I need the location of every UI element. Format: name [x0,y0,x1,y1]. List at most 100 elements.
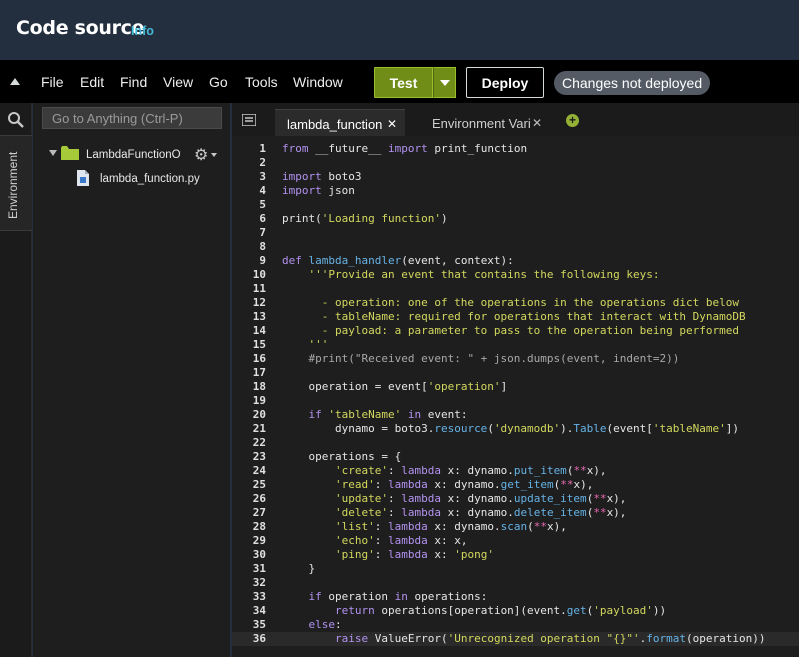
line-number: 17 [252,366,266,379]
collapse-toggle-icon[interactable] [10,78,20,85]
code-line[interactable]: 20 if 'tableName' in event: [232,408,799,422]
code-text: 'ping': lambda x: 'pong' [334,548,494,561]
line-number: 27 [252,506,266,519]
code-line[interactable]: 13 - tableName: required for operations … [232,310,799,324]
folder-name: LambdaFunctionOverview [86,149,181,161]
code-line[interactable]: 19 [232,394,799,408]
code-line[interactable]: 5 [232,198,799,212]
code-line[interactable]: 33 if operation in operations: [232,590,799,604]
menu-file[interactable]: File [41,74,64,90]
menu-go[interactable]: Go [209,74,228,90]
code-editor[interactable]: 1 from __future__ import print_function 2 3… [232,136,799,657]
search-icon[interactable] [7,111,25,129]
code-line[interactable]: 27 'delete': lambda x: dynamo.delete_ite… [232,506,799,520]
code-line[interactable]: 14 - payload: a parameter to pass to the… [232,324,799,338]
code-text: if 'tableName' in event: [308,408,468,421]
line-number: 9 [259,254,266,267]
go-to-anything-input[interactable] [42,107,222,129]
code-line[interactable]: 34 return operations[operation](event.ge… [232,604,799,618]
menu-find[interactable]: Find [120,74,147,90]
code-text: 'create': lambda x: dynamo.put_item(**x)… [334,464,607,477]
code-line[interactable]: 23 operations = { [232,450,799,464]
code-text: raise ValueError('Unrecognized operation… [334,632,766,645]
code-line[interactable]: 6 print('Loading function') [232,212,799,226]
gear-icon[interactable]: ⚙ [194,145,208,165]
folder-icon [61,146,79,160]
line-number: 13 [252,310,266,323]
line-number: 26 [252,492,266,505]
tab-list-icon[interactable] [242,114,256,126]
code-line[interactable]: 26 'update': lambda x: dynamo.update_ite… [232,492,799,506]
code-text: #print("Received event: " + json.dumps(e… [308,352,680,365]
code-text: operations = { [282,450,402,463]
code-line[interactable]: 36 raise ValueError('Unrecognized operat… [232,632,799,646]
code-line[interactable]: 12 - operation: one of the operations in… [232,296,799,310]
line-number: 31 [252,562,266,575]
chevron-down-icon[interactable] [49,150,57,156]
code-text: 'list': lambda x: dynamo.scan(**x), [334,520,567,533]
add-tab-icon[interactable]: + [566,114,579,127]
line-number: 16 [252,352,266,365]
code-line[interactable]: 1 from __future__ import print_function [232,142,799,156]
line-number: 18 [252,380,266,393]
close-icon[interactable]: ✕ [387,117,397,131]
code-text: operation = event['operation'] [282,380,508,393]
code-line[interactable]: 8 [232,240,799,254]
code-line[interactable]: 28 'list': lambda x: dynamo.scan(**x), [232,520,799,534]
code-line[interactable]: 9 def lambda_handler(event, context): [232,254,799,268]
deploy-button[interactable]: Deploy [466,67,544,98]
gear-caret-icon[interactable] [211,153,217,157]
ide-toolbar: File Edit Find View Go Tools Window Test… [0,60,799,103]
code-line[interactable]: 2 [232,156,799,170]
code-text: } [282,562,316,575]
code-line[interactable]: 22 [232,436,799,450]
code-text: from __future__ import print_function [282,142,528,155]
code-line[interactable]: 18 operation = event['operation'] [232,380,799,394]
menu-tools[interactable]: Tools [245,74,278,90]
tab-environment-variables[interactable]: Environment Variables ✕ [420,109,548,136]
test-button[interactable]: Test [374,67,433,98]
side-strip: Environment [0,103,32,657]
menu-edit[interactable]: Edit [80,74,104,90]
code-text: ''' [282,338,329,351]
file-tree-panel: LambdaFunctionOverview ⚙ lambda_function… [33,103,230,657]
code-line[interactable]: 32 [232,576,799,590]
code-line[interactable]: 11 [232,282,799,296]
menu-view[interactable]: View [163,74,193,90]
line-number: 33 [252,590,266,603]
line-number: 32 [252,576,266,589]
status-badge: Changes not deployed [554,71,711,95]
menu-window[interactable]: Window [293,74,343,90]
code-text: 'update': lambda x: dynamo.update_item(*… [334,492,627,505]
line-number: 25 [252,478,266,491]
code-text: 'read': lambda x: dynamo.get_item(**x), [334,478,594,491]
code-line[interactable]: 10 '''Provide an event that contains the… [232,268,799,282]
code-line[interactable]: 31 } [232,562,799,576]
tree-file-row[interactable]: lambda_function.py [73,169,223,189]
close-icon[interactable]: ✕ [532,116,542,130]
code-line[interactable]: 15 ''' [232,338,799,352]
code-line[interactable]: 16 #print("Received event: " + json.dump… [232,352,799,366]
code-line[interactable]: 24 'create': lambda x: dynamo.put_item(*… [232,464,799,478]
tab-lambda-function[interactable]: lambda_function ✕ [275,109,405,136]
line-number: 30 [252,548,266,561]
code-line[interactable]: 30 'ping': lambda x: 'pong' [232,548,799,562]
code-line[interactable]: 25 'read': lambda x: dynamo.get_item(**x… [232,478,799,492]
line-number: 36 [252,632,266,645]
code-line[interactable]: 29 'echo': lambda x: x, [232,534,799,548]
code-line[interactable]: 3 import boto3 [232,170,799,184]
python-file-icon [77,170,89,186]
line-number: 11 [252,282,266,295]
code-text: - payload: a parameter to pass to the op… [282,324,739,337]
code-line[interactable]: 4 import json [232,184,799,198]
code-line[interactable]: 21 dynamo = boto3.resource('dynamodb').T… [232,422,799,436]
code-line[interactable]: 35 else: [232,618,799,632]
environment-tab-label: Environment [6,151,20,219]
code-text: - tableName: required for operations tha… [282,310,746,323]
tab-label: Environment Variables [432,116,530,131]
code-line[interactable]: 17 [232,366,799,380]
info-link[interactable]: Info [131,24,154,38]
code-line[interactable]: 7 [232,226,799,240]
test-dropdown-button[interactable] [433,67,456,98]
tree-folder-row[interactable]: LambdaFunctionOverview ⚙ [43,144,233,164]
